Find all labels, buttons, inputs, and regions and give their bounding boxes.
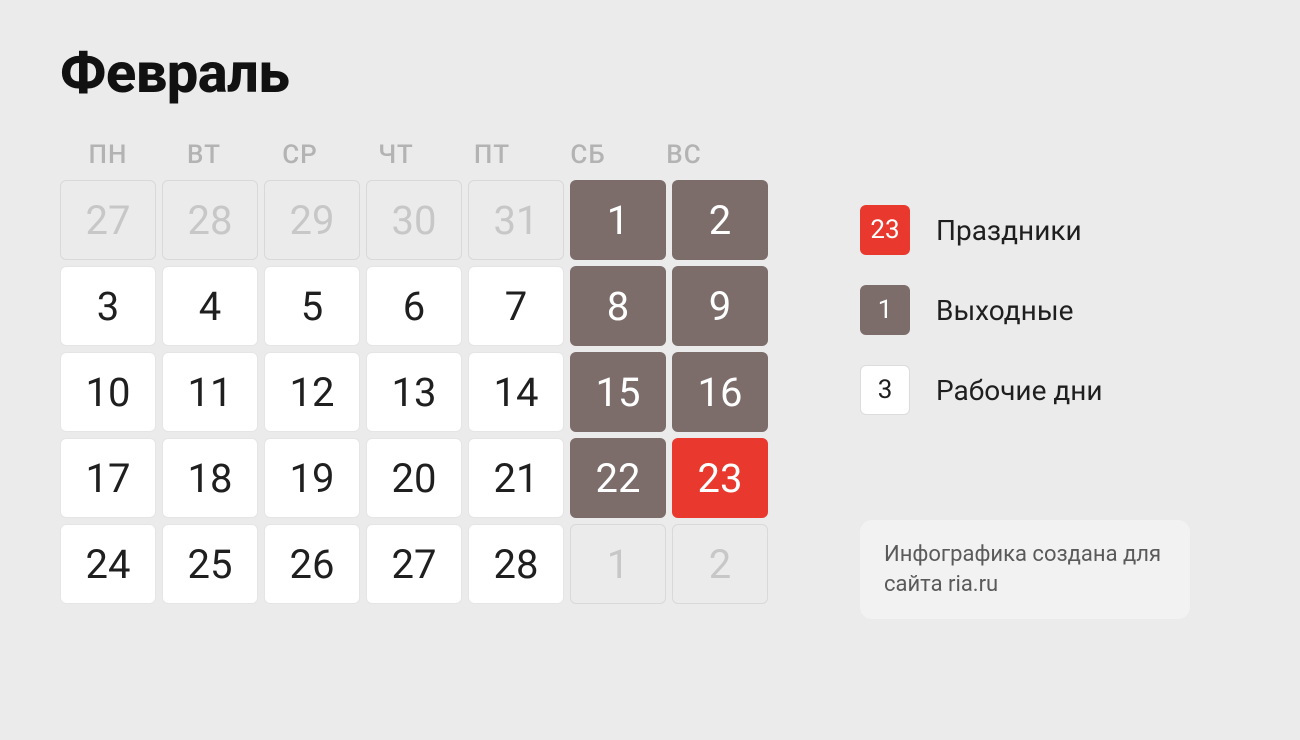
calendar-day: 9 bbox=[672, 266, 768, 346]
legend-swatch-weekend: 1 bbox=[860, 285, 910, 335]
weekday-sat: СБ bbox=[540, 140, 636, 170]
calendar-day: 30 bbox=[366, 180, 462, 260]
legend-label-work: Рабочие дни bbox=[936, 374, 1103, 407]
calendar-day: 27 bbox=[60, 180, 156, 260]
weekday-sun: ВС bbox=[636, 140, 732, 170]
legend-row-work: 3 Рабочие дни bbox=[860, 365, 1103, 415]
calendar-day: 13 bbox=[366, 352, 462, 432]
legend-row-weekend: 1 Выходные bbox=[860, 285, 1103, 335]
calendar-day: 5 bbox=[264, 266, 360, 346]
calendar-day: 27 bbox=[366, 524, 462, 604]
calendar-day: 8 bbox=[570, 266, 666, 346]
calendar-day: 29 bbox=[264, 180, 360, 260]
calendar-day: 25 bbox=[162, 524, 258, 604]
calendar-day: 17 bbox=[60, 438, 156, 518]
calendar-day: 15 bbox=[570, 352, 666, 432]
month-title: Февраль bbox=[60, 40, 289, 106]
weekday-row: ПН ВТ СР ЧТ ПТ СБ ВС bbox=[60, 140, 732, 170]
calendar-day: 19 bbox=[264, 438, 360, 518]
calendar: ПН ВТ СР ЧТ ПТ СБ ВС 2728293031123456789… bbox=[60, 140, 732, 604]
weekday-mon: ПН bbox=[60, 140, 156, 170]
credit-box: Инфографика создана для сайта ria.ru bbox=[860, 520, 1190, 619]
calendar-day: 16 bbox=[672, 352, 768, 432]
calendar-day: 12 bbox=[264, 352, 360, 432]
legend-label-holiday: Праздники bbox=[936, 214, 1082, 247]
legend-label-weekend: Выходные bbox=[936, 294, 1073, 327]
calendar-day: 2 bbox=[672, 180, 768, 260]
weekday-fri: ПТ bbox=[444, 140, 540, 170]
calendar-day: 23 bbox=[672, 438, 768, 518]
calendar-day: 22 bbox=[570, 438, 666, 518]
calendar-day: 7 bbox=[468, 266, 564, 346]
calendar-grid: 2728293031123456789101112131415161718192… bbox=[60, 180, 732, 604]
calendar-day: 28 bbox=[162, 180, 258, 260]
calendar-day: 20 bbox=[366, 438, 462, 518]
calendar-day: 6 bbox=[366, 266, 462, 346]
calendar-day: 14 bbox=[468, 352, 564, 432]
calendar-day: 10 bbox=[60, 352, 156, 432]
calendar-day: 1 bbox=[570, 524, 666, 604]
calendar-day: 11 bbox=[162, 352, 258, 432]
calendar-day: 31 bbox=[468, 180, 564, 260]
calendar-day: 18 bbox=[162, 438, 258, 518]
calendar-infographic: Февраль ПН ВТ СР ЧТ ПТ СБ ВС 27282930311… bbox=[0, 0, 1300, 740]
weekday-wed: СР bbox=[252, 140, 348, 170]
legend-swatch-work: 3 bbox=[860, 365, 910, 415]
calendar-day: 21 bbox=[468, 438, 564, 518]
calendar-day: 4 bbox=[162, 266, 258, 346]
calendar-day: 1 bbox=[570, 180, 666, 260]
calendar-day: 2 bbox=[672, 524, 768, 604]
calendar-day: 24 bbox=[60, 524, 156, 604]
calendar-day: 28 bbox=[468, 524, 564, 604]
weekday-thu: ЧТ bbox=[348, 140, 444, 170]
calendar-day: 26 bbox=[264, 524, 360, 604]
legend-swatch-holiday: 23 bbox=[860, 205, 910, 255]
weekday-tue: ВТ bbox=[156, 140, 252, 170]
calendar-day: 3 bbox=[60, 266, 156, 346]
legend: 23 Праздники 1 Выходные 3 Рабочие дни bbox=[860, 205, 1103, 415]
legend-row-holiday: 23 Праздники bbox=[860, 205, 1103, 255]
